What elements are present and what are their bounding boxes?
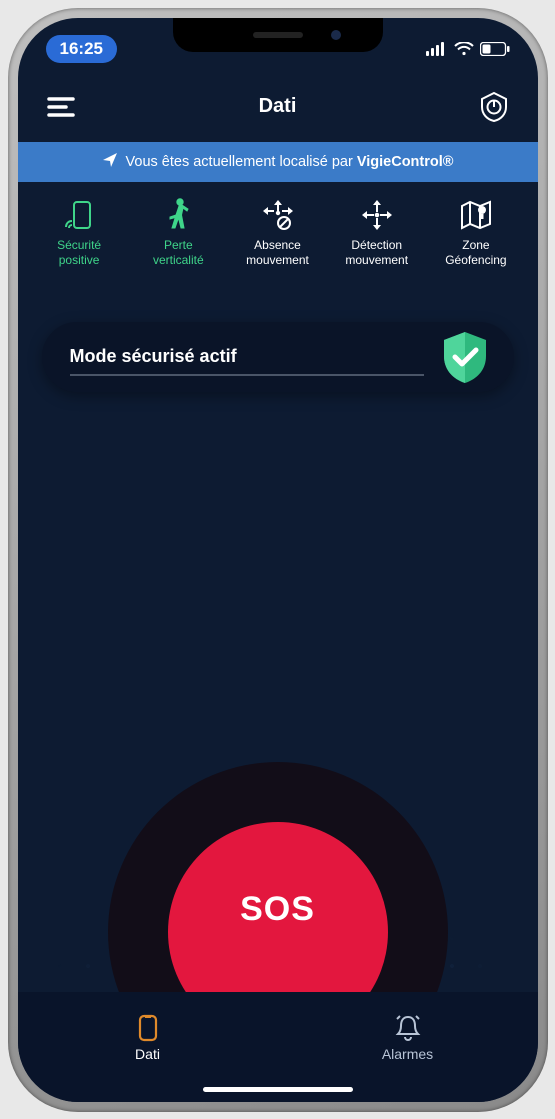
- feature-label: Géofencing: [445, 253, 506, 267]
- home-indicator[interactable]: [203, 1087, 353, 1092]
- notch: [173, 18, 383, 52]
- feature-label: mouvement: [345, 253, 408, 267]
- map-icon: [460, 198, 492, 232]
- tab-alarmes[interactable]: Alarmes: [278, 992, 538, 1084]
- tab-dati[interactable]: Dati: [18, 992, 278, 1084]
- wifi-icon: [454, 42, 474, 56]
- location-banner: Vous êtes actuellement localisé par Vigi…: [18, 142, 538, 182]
- feature-label: Sécurité: [57, 238, 101, 252]
- tab-bar: Dati Alarmes: [18, 992, 538, 1102]
- feature-security-positive[interactable]: Sécuritépositive: [30, 198, 129, 268]
- feature-label: mouvement: [246, 253, 309, 267]
- battery-icon: [480, 42, 510, 56]
- screen: 16:25 Dati: [18, 18, 538, 1102]
- tab-label: Alarmes: [382, 1046, 433, 1062]
- feature-row: Sécuritépositive Perteverticalité Absenc…: [18, 182, 538, 278]
- phone-signal-icon: [64, 198, 94, 232]
- sos-button[interactable]: SOS: [168, 822, 388, 992]
- main-area: SOS: [18, 392, 538, 992]
- bell-icon: [395, 1014, 421, 1042]
- feature-label: Perte: [164, 238, 193, 252]
- power-button[interactable]: [477, 90, 511, 124]
- menu-button[interactable]: [44, 90, 78, 124]
- secure-mode-label: Mode sécurisé actif: [70, 346, 436, 367]
- sos-label: SOS: [240, 890, 315, 929]
- feature-label: Détection: [351, 238, 402, 252]
- cellular-icon: [426, 42, 448, 56]
- move-icon: [360, 198, 394, 232]
- banner-brand: VigieControl®: [357, 154, 454, 170]
- feature-absence-movement[interactable]: Absencemouvement: [228, 198, 327, 268]
- status-time: 16:25: [46, 35, 117, 63]
- banner-text: Vous êtes actuellement localisé par: [126, 154, 357, 170]
- feature-detection-movement[interactable]: Détectionmouvement: [327, 198, 426, 268]
- feature-label: Zone: [462, 238, 489, 252]
- tab-label: Dati: [135, 1046, 160, 1062]
- walk-icon: [167, 198, 189, 232]
- location-arrow-icon: [102, 152, 118, 172]
- phone-icon: [138, 1014, 158, 1042]
- move-off-icon: [261, 198, 295, 232]
- feature-label: Absence: [254, 238, 301, 252]
- feature-label: verticalité: [153, 253, 204, 267]
- phone-frame: 16:25 Dati: [8, 8, 548, 1112]
- feature-label: positive: [59, 253, 100, 267]
- nav-bar: Dati: [18, 68, 538, 142]
- page-title: Dati: [259, 95, 297, 118]
- secure-mode-card[interactable]: Mode sécurisé actif: [42, 322, 514, 392]
- feature-verticality-loss[interactable]: Perteverticalité: [129, 198, 228, 268]
- feature-geofencing[interactable]: ZoneGéofencing: [426, 198, 525, 268]
- shield-check-icon: [436, 328, 494, 386]
